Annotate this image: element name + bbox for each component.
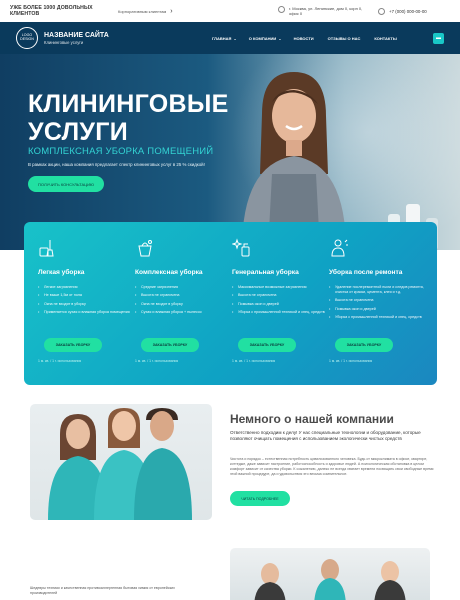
nav-news[interactable]: НОВОСТИ (294, 36, 314, 41)
feature-item: Окна не входят в уборку (135, 302, 232, 307)
service-card: Легкая уборка Легкие загрязнения Не выше… (38, 238, 135, 383)
feature-item: Помывка окон и дверей (232, 302, 329, 307)
corporate-clients-label: Корпоративным клиентам (118, 8, 167, 14)
logo-text-2: DESIGN (20, 37, 34, 41)
nav-home[interactable]: ГЛАВНАЯ (212, 36, 231, 41)
order-button[interactable]: ЗАКАЗАТЬ УБОРКУ (238, 338, 296, 352)
service-features: Средние загрязнения Высота не ограничена… (135, 285, 232, 315)
hero-promo: В рамках акции, наша компания предлагает… (28, 162, 205, 167)
feature-item: Высота не ограничена (232, 293, 329, 298)
hero-subtitle: КОМПЛЕКСНАЯ УБОРКА ПОМЕЩЕНИЙ (28, 146, 214, 157)
site-name: НАЗВАНИЕ САЙТА (44, 31, 109, 39)
feature-item: Уборка с промышленной техникой и спец. с… (232, 310, 329, 315)
service-price: 1 м. кв. / 1 г. использования (232, 359, 276, 363)
hero-title: КЛИНИНГОВЫЕ УСЛУГИ (28, 90, 258, 146)
cleaner-person-icon (331, 239, 348, 257)
nav-contacts[interactable]: КОНТАКТЫ (374, 36, 396, 41)
chevron-down-icon: ⌄ (233, 35, 237, 41)
phone[interactable]: +7 (000) 000-00-00 (378, 7, 427, 15)
cleaning-team-illustration (254, 559, 406, 600)
feature-item: Высота не ограничена (135, 293, 232, 298)
broom-icon (39, 240, 54, 257)
service-price: 1 м. кв. / 1 г. использования (38, 359, 82, 363)
location-icon (278, 5, 285, 13)
main-nav: ГЛАВНАЯ ⌄ О КОМПАНИИ ⌄ НОВОСТИ ОТЗЫВЫ О НА… (212, 36, 411, 41)
order-button[interactable]: ЗАКАЗАТЬ УБОРКУ (335, 338, 393, 352)
feature-item: Высота не ограничена (329, 298, 426, 303)
services-block: Легкая уборка Легкие загрязнения Не выше… (24, 222, 437, 385)
address-line-2: офис 0 (289, 11, 303, 16)
team-photo (30, 404, 212, 520)
service-title: Комплексная уборка (135, 269, 203, 276)
service-title: Легкая уборка (38, 269, 85, 276)
feature-item: Удаление послеремонтной пыли и следов ре… (329, 285, 426, 295)
phone-icon (378, 7, 385, 15)
team-illustration (48, 408, 192, 520)
feature-item: Помывка окон и дверей (329, 307, 426, 312)
feature-item: Максимальные возможные загрязнения (232, 285, 329, 290)
top-bar: УЖЕ БОЛЕЕ 1000 ДОВОЛЬНЫХ КЛИЕНТОВ Корпор… (0, 0, 460, 22)
feature-item: Окна не входят в уборку (38, 302, 135, 307)
service-features: Удаление послеремонтной пыли и следов ре… (329, 285, 426, 320)
nav-about[interactable]: О КОМПАНИИ (249, 36, 277, 41)
service-features: Максимальные возможные загрязнения Высот… (232, 285, 329, 315)
read-more-button[interactable]: ЧИТАТЬ ПОДРОБНЕЕ (230, 491, 290, 506)
service-card: Генеральная уборка Максимальные возможны… (231, 238, 329, 383)
promo-text: УЖЕ БОЛЕЕ 1000 ДОВОЛЬНЫХ КЛИЕНТОВ (10, 5, 93, 17)
bucket-icon (138, 240, 152, 257)
service-features: Легкие загрязнения Не выше 1,5м от пола … (38, 285, 135, 315)
service-price: 1 м. кв. / 1 г. использования (329, 359, 373, 363)
menu-icon: ▬ (436, 35, 441, 41)
order-button[interactable]: ЗАКАЗАТЬ УБОРКУ (141, 338, 199, 352)
bottom-text: Шедевры техники и качественная противоал… (30, 586, 175, 596)
about-text: Чистота и порядок – естественная потребн… (230, 457, 434, 476)
team-photo-2 (230, 548, 430, 600)
service-card: Комплексная уборка Средние загрязнения В… (135, 238, 232, 383)
about-lead: Ответственно подходим к делу! У нас спец… (230, 430, 421, 441)
menu-button[interactable]: ▬ (433, 32, 444, 44)
service-title: Генеральная уборка (232, 269, 299, 276)
feature-item: Сухая и влажная уборка + пылесос (135, 310, 232, 315)
address: г. Москва, ул. Ленинские, дом 0, корп 0,… (278, 5, 378, 16)
logo[interactable]: LOGO DESIGN (16, 27, 38, 49)
service-card: Уборка после ремонта Удаление послеремон… (329, 238, 426, 383)
chevron-down-icon: ⌄ (278, 35, 282, 41)
feature-item: Применяется сухая и влажная уборка помещ… (38, 310, 135, 315)
nav-reviews[interactable]: ОТЗЫВЫ О НАС (328, 36, 361, 41)
feature-item: Уборка с промышленной техникой и спец. с… (329, 315, 426, 320)
consultation-button[interactable]: ПОЛУЧИТЬ КОНСУЛЬТАЦИЮ (28, 176, 104, 192)
chevron-right-icon: › (170, 7, 173, 15)
feature-item: Средние загрязнения (135, 285, 232, 290)
feature-item: Не выше 1,5м от пола (38, 293, 135, 298)
service-price: 1 м. кв. / 1 г. использования (135, 359, 179, 363)
sparkle-spray-icon (231, 238, 250, 257)
brand: НАЗВАНИЕ САЙТА Клининговые услуги (44, 32, 212, 45)
hero-title-line-1: КЛИНИНГОВЫЕ (28, 90, 229, 118)
phone-number: +7 (000) 000-00-00 (389, 8, 427, 14)
about-heading: Немного о нашей компании (230, 412, 394, 426)
corporate-clients-link[interactable]: Корпоративным клиентам › (118, 8, 278, 15)
order-button[interactable]: ЗАКАЗАТЬ УБОРКУ (44, 338, 102, 352)
service-title: Уборка после ремонта (329, 269, 403, 276)
site-subtitle: Клининговые услуги (44, 39, 84, 45)
hero-title-line-2: УСЛУГИ (28, 118, 129, 146)
feature-item: Легкие загрязнения (38, 285, 135, 290)
hero: КЛИНИНГОВЫЕ УСЛУГИ КОМПЛЕКСНАЯ УБОРКА ПОМ… (0, 54, 460, 250)
site-header: LOGO DESIGN НАЗВАНИЕ САЙТА Клининговые у… (0, 22, 460, 54)
